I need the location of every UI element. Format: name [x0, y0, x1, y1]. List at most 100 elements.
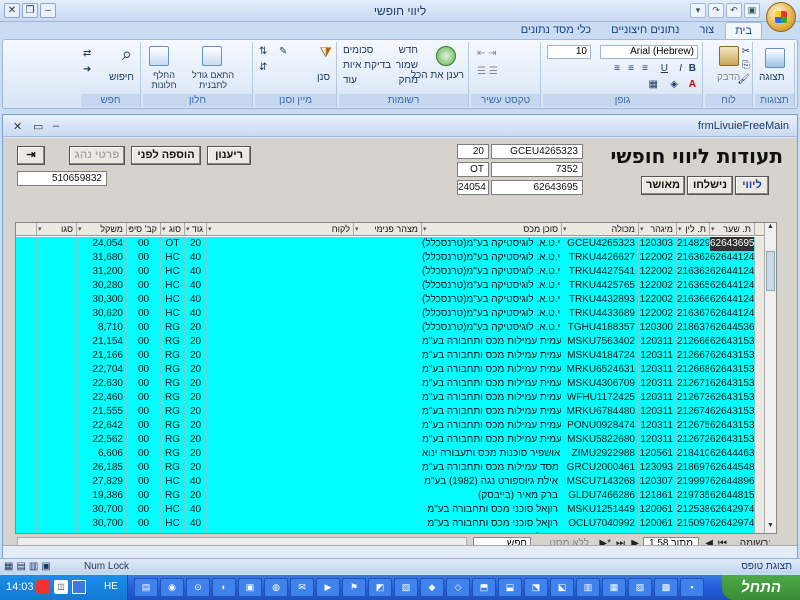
table-cell[interactable]: 62643695 — [709, 237, 754, 251]
table-cell[interactable]: 20 — [184, 433, 206, 447]
table-cell[interactable]: 120311 — [638, 377, 676, 391]
totals-button[interactable]: סכומים — [343, 45, 373, 56]
table-cell[interactable]: 120311 — [638, 433, 676, 447]
table-cell[interactable] — [36, 419, 76, 433]
table-cell[interactable]: 121861 — [638, 489, 676, 503]
table-row[interactable]: 62643153 212666 120311 MSKU7563402 עמית עמיל… — [16, 335, 766, 350]
tray-app-icon[interactable] — [36, 580, 50, 594]
table-cell[interactable] — [353, 419, 421, 433]
table-cell[interactable] — [36, 237, 76, 251]
table-cell[interactable]: 62644548 — [709, 461, 754, 475]
table-cell[interactable]: WFHU1172425 — [561, 391, 638, 405]
table-cell[interactable] — [206, 349, 353, 363]
table-cell[interactable]: 120561 — [638, 447, 676, 461]
table-cell[interactable] — [206, 405, 353, 419]
table-cell[interactable] — [206, 265, 353, 279]
column-header[interactable]: ▾ סגו — [36, 223, 76, 236]
table-cell[interactable]: 20 — [184, 349, 206, 363]
tab-home[interactable]: בית — [725, 22, 762, 40]
table-cell[interactable]: 00 — [126, 405, 160, 419]
table-cell[interactable]: 00 — [126, 531, 160, 533]
table-cell[interactable]: RG — [160, 461, 184, 475]
table-cell[interactable] — [353, 293, 421, 307]
column-header[interactable]: ▾ קב' סיכ — [126, 223, 160, 236]
table-cell[interactable]: BHCU4908941 — [561, 531, 638, 533]
column-header[interactable]: ▾ מצהר פנימי — [353, 223, 421, 236]
column-dropdown-icon[interactable]: ▾ — [423, 224, 427, 236]
scroll-up-icon[interactable]: ▲ — [765, 223, 776, 234]
column-header[interactable]: ▾ ת. לין — [676, 223, 709, 236]
table-cell[interactable] — [206, 531, 353, 533]
table-cell[interactable]: MSCU7143268 — [561, 475, 638, 489]
table-cell[interactable] — [36, 293, 76, 307]
task-button[interactable]: ▶ — [316, 578, 340, 597]
table-cell[interactable] — [353, 503, 421, 517]
table-cell[interactable]: 120303 — [638, 237, 676, 251]
tray-network-icon[interactable] — [72, 580, 86, 594]
add-before-button[interactable]: הוספה לפני — [131, 146, 201, 165]
table-cell[interactable]: 216362 — [676, 251, 709, 265]
table-cell[interactable]: 62644896 — [709, 475, 754, 489]
table-cell[interactable] — [353, 531, 421, 533]
table-cell[interactable]: 120311 — [638, 405, 676, 419]
task-button[interactable]: ⬒ — [472, 578, 496, 597]
table-cell[interactable]: 22,642 — [76, 419, 126, 433]
table-cell[interactable]: 20 — [184, 237, 206, 251]
table-cell[interactable] — [36, 363, 76, 377]
table-cell[interactable] — [206, 419, 353, 433]
column-dropdown-icon[interactable]: ▾ — [640, 224, 644, 236]
column-dropdown-icon[interactable]: ▾ — [78, 224, 82, 236]
driver-details-button[interactable]: פרטי נהג — [69, 146, 125, 165]
table-cell[interactable]: 62643153 — [709, 419, 754, 433]
align-left-icon[interactable]: ≡ — [614, 63, 620, 74]
table-row[interactable]: 62643153 212668 120311 MRKU6524631 עמית עמיל… — [16, 363, 766, 378]
redo-icon[interactable]: ↷ — [708, 3, 724, 18]
scroll-down-icon[interactable]: ▼ — [765, 522, 776, 533]
italic-button[interactable]: I — [679, 63, 682, 74]
table-cell[interactable] — [353, 279, 421, 293]
table-cell[interactable]: 212671 — [676, 377, 709, 391]
table-row[interactable]: 62644124 216362 122002 TRKU4426627 י.ט.א. לו… — [16, 251, 766, 266]
sent-button[interactable]: נישלחו — [687, 176, 733, 195]
table-cell[interactable]: 20 — [184, 419, 206, 433]
table-cell[interactable]: 216363 — [676, 265, 709, 279]
table-row[interactable]: 62643153 212674 120311 MRKU6784480 עמית עמיל… — [16, 405, 766, 420]
switch-windows-icon[interactable] — [149, 46, 169, 66]
table-cell[interactable]: 20 — [184, 335, 206, 349]
exit-button[interactable]: ⇥ — [17, 146, 45, 165]
goto-icon[interactable]: ➜ — [83, 64, 91, 75]
tab-create[interactable]: צור — [690, 22, 723, 40]
task-button[interactable]: ◇ — [446, 578, 470, 597]
table-cell[interactable]: עמית עמילות מכס ותחבורה בע"מ — [421, 377, 561, 391]
align-right-icon[interactable]: ≡ — [642, 63, 648, 74]
task-button[interactable]: ▪ — [680, 578, 704, 597]
replace-icon[interactable]: ⇄ — [83, 48, 91, 59]
table-cell[interactable]: 62643153 — [709, 433, 754, 447]
refresh-all-button[interactable]: רענן את הכל — [411, 70, 464, 81]
table-cell[interactable]: RG — [160, 433, 184, 447]
table-row[interactable]: 62643153 212673 120311 WFHU1172425 עמית עמיל… — [16, 391, 766, 406]
table-cell[interactable]: RG — [160, 405, 184, 419]
table-cell[interactable]: TRKU4432893 — [561, 293, 638, 307]
view-button[interactable]: תצוגה — [759, 72, 785, 83]
undo-icon[interactable]: ↶ — [726, 3, 742, 18]
table-cell[interactable]: 122002 — [638, 307, 676, 321]
form-minimize-button[interactable]: – — [53, 120, 59, 132]
table-cell[interactable]: 24,054 — [76, 237, 126, 251]
table-cell[interactable]: 120061 — [638, 503, 676, 517]
copy-icon[interactable]: ⎘ — [742, 60, 750, 71]
table-cell[interactable] — [206, 461, 353, 475]
column-dropdown-icon[interactable]: ▾ — [711, 224, 715, 236]
table-cell[interactable] — [36, 461, 76, 475]
table-cell[interactable]: 22,562 — [76, 433, 126, 447]
table-cell[interactable]: 40 — [184, 531, 206, 533]
gridlines-icon[interactable]: ▦ — [649, 79, 658, 90]
task-button[interactable]: ▩ — [654, 578, 678, 597]
column-dropdown-icon[interactable]: ▾ — [128, 224, 132, 236]
table-cell[interactable]: י.ט.א. לוגיסטיקה בע"מ(טרנסכלל) — [421, 307, 561, 321]
table-cell[interactable]: 00 — [126, 293, 160, 307]
column-header[interactable]: ▾ ת. שער — [709, 223, 754, 236]
table-cell[interactable]: 00 — [126, 307, 160, 321]
table-cell[interactable]: RG — [160, 363, 184, 377]
table-cell[interactable]: 20 — [184, 391, 206, 405]
